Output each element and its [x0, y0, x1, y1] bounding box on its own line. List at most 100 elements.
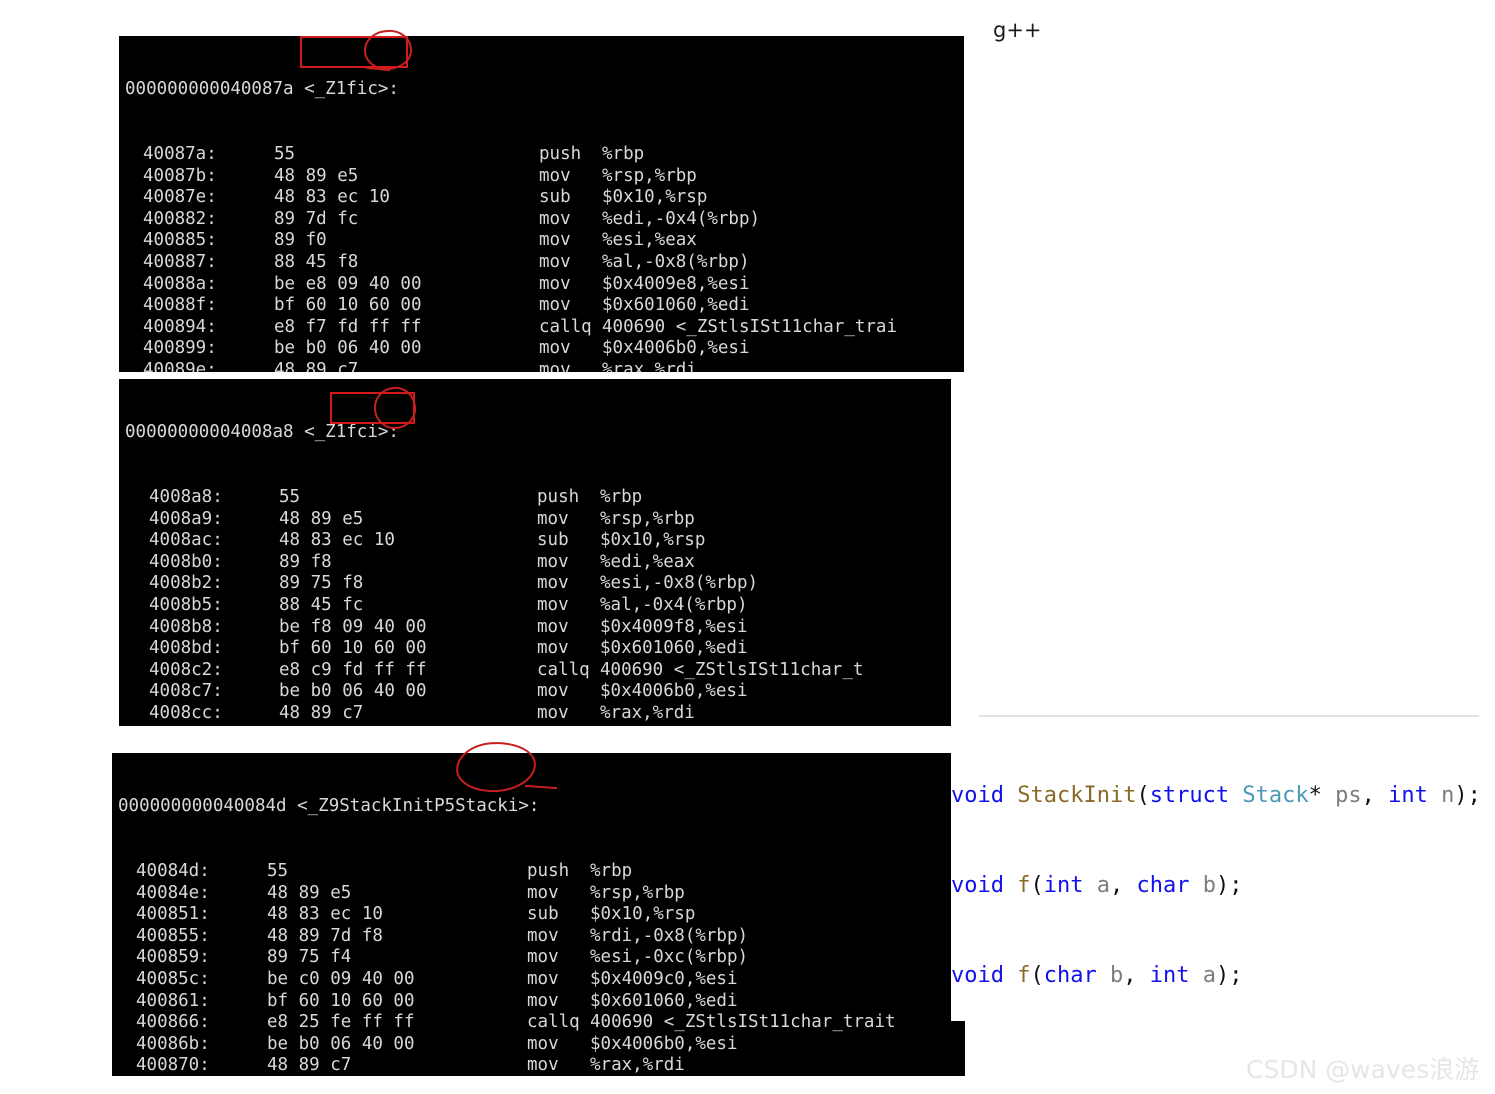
instruction-bytes: be e8 09 40 00	[274, 273, 422, 294]
instruction-address: 4008b8:	[149, 616, 223, 637]
instruction-bytes: 48 83 ec 10	[267, 904, 383, 925]
paren-close: );	[1454, 783, 1481, 808]
instruction-bytes: e8 25 fe ff ff	[267, 1012, 415, 1033]
instruction-row: 40087a: 55 push %rbp	[119, 144, 964, 166]
instruction-address: 4008b2:	[149, 573, 223, 594]
instruction-bytes: 89 f0	[274, 230, 327, 251]
instruction-operands: %esi,%eax	[602, 230, 697, 251]
instruction-operands: %rax,%rdi	[600, 702, 695, 723]
param-a: a	[1189, 963, 1216, 988]
paren-close: );	[1215, 963, 1243, 988]
editor-top-rule	[979, 715, 1479, 717]
cpp-code-snippet: void StackInit(struct Stack* ps, int n);…	[951, 655, 1495, 1021]
instruction-mnemonic: mov	[539, 338, 571, 359]
keyword-void: void	[951, 783, 1004, 808]
instruction-bytes: 55	[267, 860, 289, 881]
instruction-operands: $0x10,%rsp	[600, 530, 706, 551]
instruction-operands: %al,-0x4(%rbp)	[600, 594, 748, 615]
instruction-address: 40088f:	[143, 295, 217, 316]
instruction-mnemonic: mov	[527, 882, 559, 903]
instruction-operands: $0x10,%rsp	[590, 904, 696, 925]
instruction-mnemonic: mov	[537, 702, 569, 723]
keyword-void: void	[951, 963, 1004, 988]
instruction-bytes: 48 89 e5	[267, 882, 352, 903]
instruction-mnemonic: sub	[539, 187, 571, 208]
instruction-mnemonic: mov	[539, 359, 571, 372]
instruction-operands: %edi,-0x4(%rbp)	[602, 208, 761, 229]
instruction-bytes: 89 75 f8	[279, 573, 364, 594]
instruction-address: 40084d:	[136, 860, 210, 881]
instruction-row: 400859: 89 75 f4 mov %esi,-0xc(%rbp)	[112, 947, 965, 969]
instruction-bytes: 48 89 7d f8	[267, 925, 383, 946]
instruction-address: 4008c2:	[149, 659, 223, 680]
instruction-address: 4008b5:	[149, 594, 223, 615]
instruction-address: 4008cc:	[149, 702, 223, 723]
instruction-bytes: be b0 06 40 00	[274, 338, 422, 359]
instruction-mnemonic: mov	[527, 947, 559, 968]
instruction-row: 40088f: bf 60 10 60 00 mov $0x601060,%edi	[119, 295, 964, 317]
instruction-operands: %esi,-0x8(%rbp)	[600, 573, 759, 594]
instruction-row: 40089e: 48 89 c7 mov %rax,%rdi	[119, 360, 964, 372]
disassembly-block-2: 00000000004008a8 <_Z1fci>: 4008a8: 55 push…	[119, 379, 951, 726]
instruction-row: 400855: 48 89 7d f8 mov %rdi,-0x8(%rbp)	[112, 926, 965, 948]
instruction-address: 400855:	[136, 925, 210, 946]
instruction-address: 400859:	[136, 947, 210, 968]
instruction-mnemonic: mov	[537, 681, 569, 702]
keyword-int: int	[1043, 873, 1084, 898]
instruction-operands: $0x4006b0,%esi	[600, 681, 748, 702]
paren-open: (	[1136, 783, 1150, 808]
instruction-row: 40087e: 48 83 ec 10 sub $0x10,%rsp	[119, 187, 964, 209]
instruction-operands: %rdi,-0x8(%rbp)	[590, 925, 749, 946]
instruction-operands: %esi,-0xc(%rbp)	[590, 947, 749, 968]
instruction-address: 4008a9:	[149, 508, 223, 529]
instruction-address: 40084e:	[136, 882, 210, 903]
instruction-mnemonic: mov	[537, 573, 569, 594]
instruction-mnemonic: mov	[539, 295, 571, 316]
instruction-address: 40087e:	[143, 187, 217, 208]
instruction-bytes: 48 89 c7	[267, 1055, 352, 1076]
disassembly-block-3: 000000000040084d <_Z9StackInitP5Stacki>:…	[112, 753, 965, 1076]
instruction-row: 400866: e8 25 fe ff ff callq 400690 <_ZStls…	[112, 1012, 965, 1034]
instruction-address: 400885:	[143, 230, 217, 251]
instruction-row: 400894: e8 f7 fd ff ff callq 400690 <_ZStls…	[119, 317, 964, 339]
instruction-address: 400894:	[143, 316, 217, 337]
comma: ,	[1109, 873, 1124, 898]
instruction-row: 40088a: be e8 09 40 00 mov $0x4009e8,%esi	[119, 274, 964, 296]
function-name-f: f	[1003, 963, 1031, 988]
instruction-operands: %rax,%rdi	[590, 1055, 685, 1076]
instruction-list-2: 4008a8: 55 push %rbp 4008a9: 48 89 e5 mov %rsp,…	[119, 487, 951, 726]
instruction-bytes: 88 45 f8	[274, 251, 359, 272]
instruction-address: 4008b0:	[149, 551, 223, 572]
disassembly-block-1: 000000000040087a <_Z1fic>: 40087a: 55 push…	[119, 36, 964, 372]
instruction-bytes: 88 45 fc	[279, 594, 364, 615]
instruction-address: 40087a:	[143, 143, 217, 164]
instruction-bytes: 48 89 e5	[274, 165, 359, 186]
instruction-bytes: 55	[279, 486, 301, 507]
instruction-bytes: 89 f8	[279, 551, 332, 572]
instruction-operands: 400690 <_ZStlsISt11char_trait	[590, 1012, 896, 1033]
instruction-row: 4008b2: 89 75 f8 mov %esi,-0x8(%rbp)	[119, 573, 951, 595]
instruction-bytes: e8 c9 fd ff ff	[279, 659, 427, 680]
instruction-operands: $0x4006b0,%esi	[590, 1033, 738, 1054]
instruction-bytes: bf 60 10 60 00	[274, 295, 422, 316]
instruction-row: 40084d: 55 push %rbp	[112, 861, 965, 883]
instruction-address: 4008cf:	[119, 725, 279, 727]
instruction-operands: $0x601060,%edi	[600, 638, 748, 659]
instruction-bytes: 48 83 ec 10	[274, 187, 390, 208]
param-b: b	[1189, 873, 1216, 898]
keyword-int: int	[1136, 963, 1190, 988]
instruction-address: 400866:	[136, 1012, 210, 1033]
code-line-3: void f(char b, int a);	[951, 961, 1495, 991]
keyword-int: int	[1374, 783, 1428, 808]
instruction-mnemonic: mov	[527, 925, 559, 946]
instruction-row: 400882: 89 7d fc mov %edi,-0x4(%rbp)	[119, 209, 964, 231]
instruction-mnemonic: push	[537, 486, 580, 507]
instruction-bytes: 89 7d fc	[274, 208, 359, 229]
instruction-bytes: e8 cc fd ff ff	[279, 725, 537, 727]
instruction-row: 4008bd: bf 60 10 60 00 mov $0x601060,%edi	[119, 638, 951, 660]
instruction-operands: $0x4009e8,%esi	[602, 273, 750, 294]
instruction-operands: $0x601060,%edi	[590, 990, 738, 1011]
comma: ,	[1123, 963, 1137, 988]
instruction-bytes: be b0 06 40 00	[279, 681, 427, 702]
instruction-bytes: 48 83 ec 10	[279, 530, 395, 551]
